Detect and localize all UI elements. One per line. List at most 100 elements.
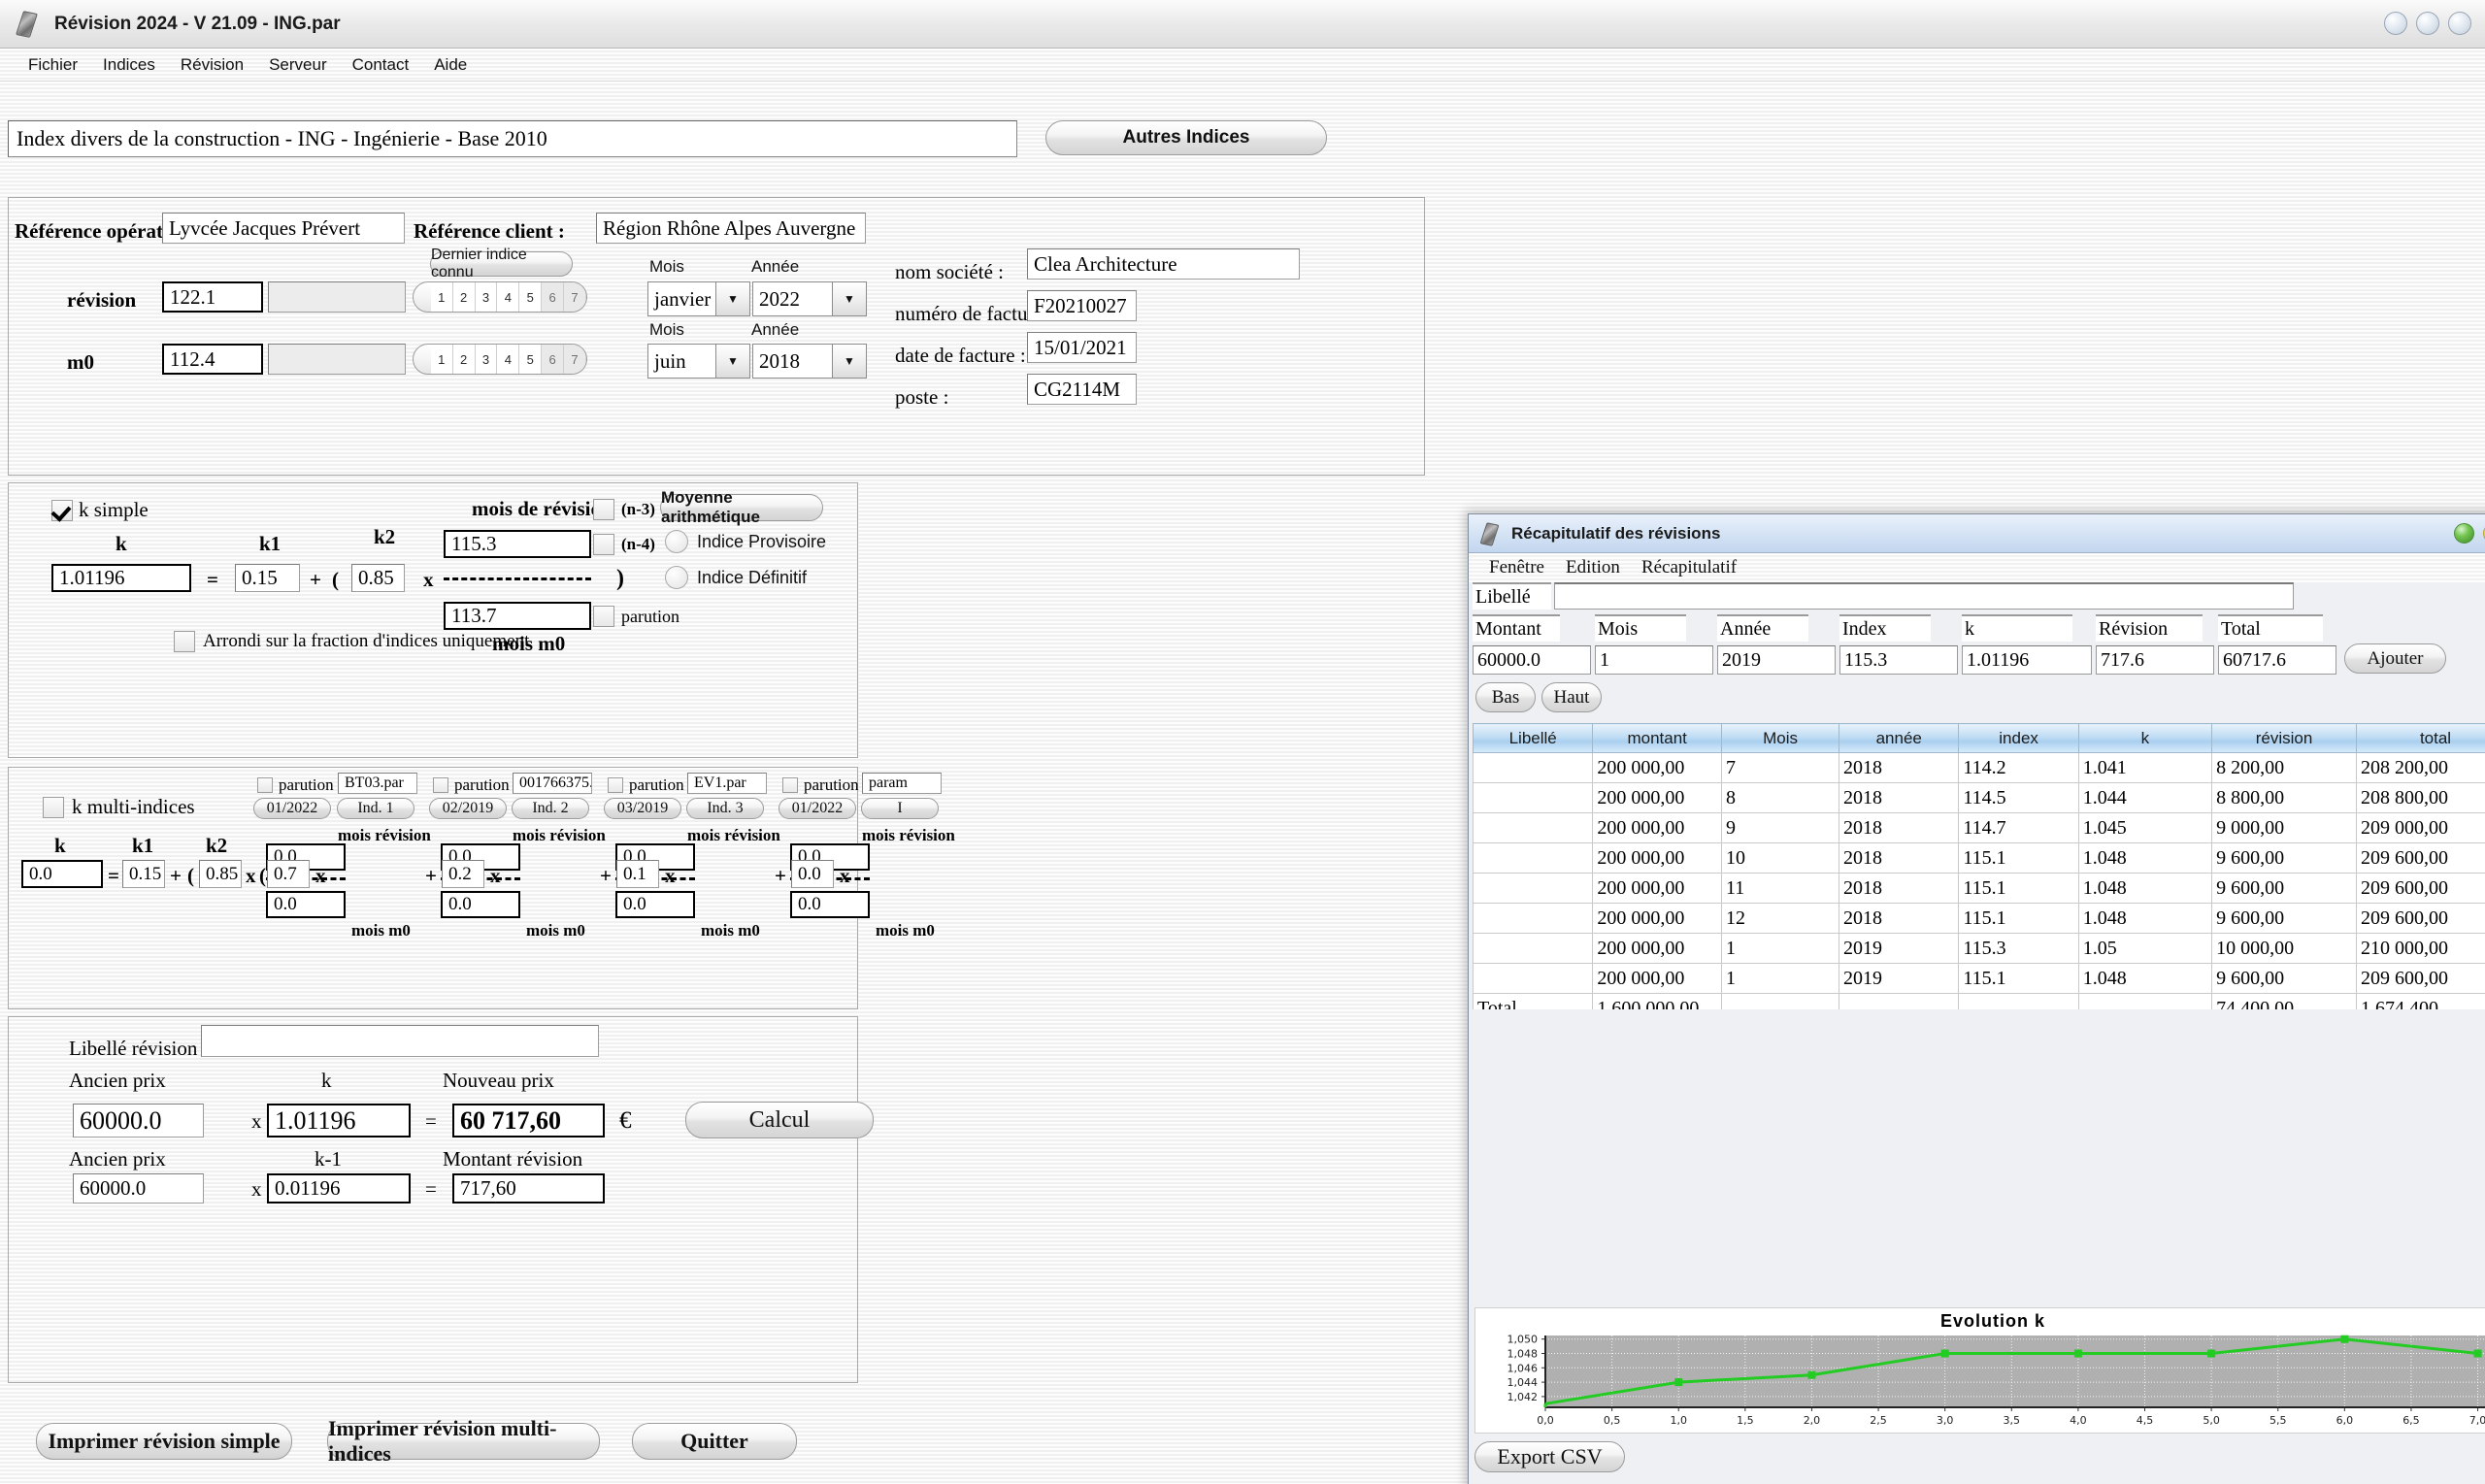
multi-file-input-2[interactable]: 001766375... <box>513 773 592 794</box>
n4-checkbox-row[interactable]: (n-4) <box>593 534 655 555</box>
recap-input-mois[interactable]: 1 <box>1595 645 1713 675</box>
arrondi-checkbox-row[interactable]: Arrondi sur la fraction d'indices unique… <box>174 631 529 652</box>
poste-input[interactable]: CG2114M <box>1027 374 1137 405</box>
quitter-button[interactable]: Quitter <box>632 1423 797 1460</box>
index-revision-input[interactable]: 115.3 <box>444 530 591 558</box>
multi-date-button-4[interactable]: 01/2022 <box>779 798 856 819</box>
table-row[interactable]: 200 000,00 1 2019 115.1 1.048 9 600,00 209 600… <box>1473 963 2485 994</box>
recap-minimize-button[interactable] <box>2454 523 2474 544</box>
table-row[interactable]: 200 000,00 12 2018 115.1 1.048 9 600,00 209 60… <box>1473 903 2485 934</box>
m0-mois-select[interactable]: juin ▼ <box>647 344 750 379</box>
spin-digit-3[interactable]: 3 <box>475 282 498 312</box>
ajouter-button[interactable]: Ajouter <box>2344 643 2446 674</box>
multi-file-input-3[interactable]: EV1.par <box>687 773 767 794</box>
spin-digit-1[interactable]: 1 <box>430 282 453 312</box>
dernier-indice-connu-button[interactable]: Dernier indice connu <box>430 247 573 280</box>
recap-menu-fenetre[interactable]: Fenêtre <box>1478 557 1555 578</box>
maximize-button[interactable] <box>2416 12 2439 35</box>
multi-den-input-1[interactable]: 0.0 <box>266 891 346 918</box>
k-simple-checkbox-row[interactable]: k simple <box>51 498 149 522</box>
chevron-down-icon[interactable]: ▼ <box>832 281 867 316</box>
recap-menu-edition[interactable]: Edition <box>1555 557 1631 578</box>
n3-checkbox[interactable] <box>593 499 614 520</box>
spin-digit-3[interactable]: 3 <box>475 345 498 374</box>
m0-secondary-input[interactable] <box>268 344 406 375</box>
recap-input-index[interactable]: 115.3 <box>1839 645 1958 675</box>
menu-item-serveur[interactable]: Serveur <box>256 52 340 78</box>
multi-file-input-4[interactable]: param <box>862 773 942 794</box>
k-simple-checkbox[interactable] <box>51 499 73 521</box>
recap-libelle-input[interactable] <box>1554 582 2294 610</box>
multi-parution-checkbox-3[interactable] <box>608 777 623 793</box>
multi-parution-checkbox-1[interactable] <box>257 777 273 793</box>
chevron-down-icon[interactable]: ▼ <box>715 281 750 316</box>
spin-digit-2[interactable]: 2 <box>452 345 476 374</box>
col-header-montant[interactable]: montant <box>1592 723 1723 753</box>
minimize-button[interactable] <box>2384 12 2407 35</box>
recap-input-annee[interactable]: 2019 <box>1717 645 1836 675</box>
parution-checkbox[interactable] <box>593 606 614 627</box>
bas-button[interactable]: Bas <box>1475 682 1536 712</box>
autres-indices-button[interactable]: Autres Indices <box>1045 120 1327 155</box>
n4-checkbox[interactable] <box>593 534 614 555</box>
n3-checkbox-row[interactable]: (n-3) <box>593 499 655 520</box>
chevron-down-icon[interactable]: ▼ <box>715 344 750 379</box>
haut-button[interactable]: Haut <box>1541 682 1602 712</box>
k-multi-k-value-input[interactable]: 0.0 <box>21 860 103 888</box>
multi-parution-row-1[interactable]: parution <box>257 775 334 795</box>
col-header-libelle[interactable]: Libellé <box>1473 723 1594 753</box>
m0-index-input[interactable]: 112.4 <box>162 344 263 375</box>
indice-definitif-radio[interactable] <box>665 566 688 589</box>
table-row[interactable]: 200 000,00 7 2018 114.2 1.041 8 200,00 208 200… <box>1473 752 2485 783</box>
spin-digit-6[interactable]: 6 <box>542 345 565 374</box>
revision-spinner[interactable]: 1 2 3 4 5 6 7 <box>413 281 587 313</box>
moyenne-arithmetique-button[interactable]: Moyenne arithmétique <box>660 488 823 526</box>
m0-spinner[interactable]: 1 2 3 4 5 6 7 <box>413 344 587 375</box>
col-header-k[interactable]: k <box>2077 723 2213 753</box>
ancien-prix-input-2[interactable]: 60000.0 <box>73 1173 204 1204</box>
spin-digit-7[interactable]: 7 <box>564 345 586 374</box>
k1-value-input[interactable]: 0.15 <box>235 564 300 592</box>
k-value-input[interactable]: 1.01196 <box>51 564 191 592</box>
multi-coef-input-4[interactable]: 0.0 <box>791 860 834 888</box>
multi-ind-button-4[interactable]: I <box>861 798 939 819</box>
multi-parution-checkbox-4[interactable] <box>782 777 798 793</box>
indice-definitif-radio-row[interactable]: Indice Définitif <box>665 566 807 589</box>
revision-annee-select[interactable]: 2022 ▼ <box>752 281 867 316</box>
revision-secondary-input[interactable] <box>268 281 406 313</box>
menu-item-indices[interactable]: Indices <box>90 52 168 78</box>
export-csv-button[interactable]: Export CSV <box>1474 1441 1625 1472</box>
menu-item-aide[interactable]: Aide <box>421 52 480 78</box>
table-row[interactable]: 200 000,00 8 2018 114.5 1.044 8 800,00 208 800… <box>1473 782 2485 813</box>
spin-digit-7[interactable]: 7 <box>564 282 586 312</box>
reference-operation-input[interactable]: Lyvcée Jacques Prévert <box>162 213 405 244</box>
menu-item-contact[interactable]: Contact <box>340 52 422 78</box>
multi-ind-button-1[interactable]: Ind. 1 <box>337 798 414 819</box>
col-header-revision[interactable]: révision <box>2211 723 2358 753</box>
chevron-down-icon[interactable]: ▼ <box>832 344 867 379</box>
k2-value-input[interactable]: 0.85 <box>351 564 405 592</box>
col-header-total[interactable]: total <box>2356 723 2485 753</box>
recap-menu-recapitulatif[interactable]: Récapitulatif <box>1631 557 1747 578</box>
multi-parution-row-3[interactable]: parution <box>608 775 684 795</box>
reference-client-input[interactable]: Région Rhône Alpes Auvergne <box>596 213 866 244</box>
recap-window-controls[interactable] <box>2454 523 2485 544</box>
multi-coef-input-2[interactable]: 0.2 <box>442 860 484 888</box>
index-m0-input[interactable]: 113.7 <box>444 602 591 630</box>
m0-annee-select[interactable]: 2018 ▼ <box>752 344 867 379</box>
k-minus-1-input[interactable]: 0.01196 <box>267 1173 411 1204</box>
window-controls[interactable] <box>2384 12 2471 35</box>
close-button[interactable] <box>2448 12 2471 35</box>
recap-input-k[interactable]: 1.01196 <box>1962 645 2092 675</box>
calcul-button[interactable]: Calcul <box>685 1102 874 1138</box>
indice-provisoire-radio[interactable] <box>665 530 688 553</box>
nom-societe-input[interactable]: Clea Architecture <box>1027 248 1300 280</box>
spin-digit-4[interactable]: 4 <box>497 282 520 312</box>
revision-mois-select[interactable]: janvier ▼ <box>647 281 750 316</box>
recap-input-montant[interactable]: 60000.0 <box>1473 645 1591 675</box>
imprimer-revision-simple-button[interactable]: Imprimer révision simple <box>36 1423 292 1460</box>
k-value-price-input[interactable]: 1.01196 <box>267 1104 411 1138</box>
multi-date-button-1[interactable]: 01/2022 <box>253 798 331 819</box>
multi-date-button-2[interactable]: 02/2019 <box>429 798 507 819</box>
multi-den-input-2[interactable]: 0.0 <box>441 891 520 918</box>
